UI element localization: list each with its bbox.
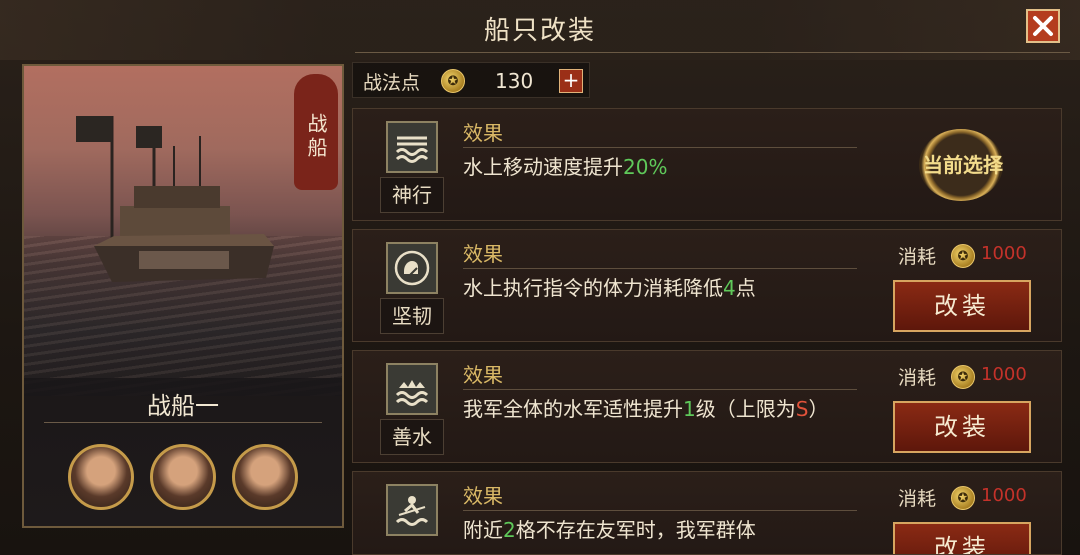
effect-text: 我军全体的水军适性提升1级（上限为S）	[463, 397, 829, 421]
cost-label: 消耗	[898, 246, 937, 268]
effect-text: 附近2格不存在友军时，我军群体	[463, 518, 756, 542]
effect-text: 水上执行指令的体力消耗降低4点	[463, 276, 756, 300]
ship-name-divider	[44, 422, 322, 423]
refit-button[interactable]: 改装	[893, 401, 1031, 453]
close-button[interactable]	[1026, 9, 1060, 43]
effect-divider	[463, 510, 857, 511]
close-icon	[1033, 16, 1053, 36]
option-name: 坚韧	[380, 298, 444, 334]
effect-divider	[463, 268, 857, 269]
refit-button[interactable]: 改装	[893, 280, 1031, 332]
effect-label: 效果	[463, 242, 503, 266]
refit-option-4: 效果 附近2格不存在友军时，我军群体 消耗 ✪ 1000 改装	[352, 471, 1062, 555]
effect-label: 效果	[463, 484, 503, 508]
tactic-coin-icon: ✪	[951, 244, 975, 268]
tactic-coin-icon: ✪	[951, 365, 975, 389]
refit-button[interactable]: 改装	[893, 522, 1031, 554]
ship-card: 战船 战船一	[22, 64, 344, 528]
ship-type-tag: 战船	[294, 74, 338, 190]
cost-value: 1000	[981, 485, 1027, 506]
window-title: 船只改装	[483, 16, 596, 46]
option-name: 善水	[380, 419, 444, 455]
option-name: 神行	[380, 177, 444, 213]
refit-option-3: 善水 效果 我军全体的水军适性提升1级（上限为S） 消耗 ✪ 1000 改装	[352, 350, 1062, 463]
waves-speed-icon	[386, 121, 438, 173]
effect-divider	[463, 147, 857, 148]
tactic-coin-icon: ✪	[441, 69, 465, 93]
ship-name: 战船一	[147, 392, 219, 420]
title-divider	[355, 52, 1070, 53]
soldier-wave-icon	[386, 363, 438, 415]
effect-text: 水上移动速度提升20%	[463, 155, 668, 179]
tactic-coin-icon: ✪	[951, 486, 975, 510]
tactic-points-label: 战法点	[363, 72, 421, 94]
general-avatar-2[interactable]	[150, 444, 216, 510]
effect-label: 效果	[463, 121, 503, 145]
add-tactic-points-button[interactable]: +	[559, 69, 583, 93]
rowing-icon	[386, 484, 438, 536]
refit-option-2: 坚韧 效果 水上执行指令的体力消耗降低4点 消耗 ✪ 1000 改装	[352, 229, 1062, 342]
cost-value: 1000	[981, 364, 1027, 385]
general-avatar-3[interactable]	[232, 444, 298, 510]
refit-option-1: 神行 效果 水上移动速度提升20% 当前选择	[352, 108, 1062, 221]
tactic-points-value: 130	[495, 69, 534, 93]
fist-icon	[386, 242, 438, 294]
general-avatar-1[interactable]	[68, 444, 134, 510]
cost-value: 1000	[981, 243, 1027, 264]
current-selection-label: 当前选择	[923, 153, 1003, 177]
effect-label: 效果	[463, 363, 503, 387]
tactic-points-bar: 战法点 ✪ 130 +	[352, 62, 590, 98]
cost-label: 消耗	[898, 488, 937, 510]
cost-label: 消耗	[898, 367, 937, 389]
effect-divider	[463, 389, 857, 390]
